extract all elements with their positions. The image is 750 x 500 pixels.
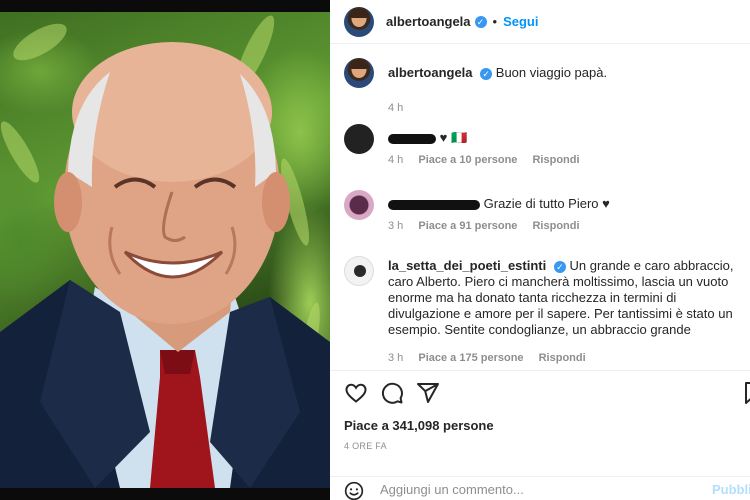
header-separator: • xyxy=(492,14,498,29)
caption-body: albertoangela ✓ Buon viaggio papà. xyxy=(388,65,738,81)
bookmark-icon[interactable] xyxy=(742,381,750,405)
comment-username[interactable]: la_setta_dei_poeti_estinti xyxy=(388,258,546,273)
comment-likes[interactable]: Piace a 91 persone xyxy=(418,220,517,232)
heart-icon[interactable] xyxy=(344,381,368,405)
verified-badge-icon: ✓ xyxy=(474,15,487,28)
caption-username[interactable]: albertoangela xyxy=(388,65,473,80)
post-side-panel: albertoangela ✓ • Segui albertoangela ✓ … xyxy=(330,0,750,500)
verified-badge-icon: ✓ xyxy=(480,68,493,80)
caption-avatar[interactable] xyxy=(344,58,374,88)
dark-avatar-icon[interactable] xyxy=(344,124,374,154)
follow-button[interactable]: Segui xyxy=(503,14,538,29)
share-icon[interactable] xyxy=(416,381,440,405)
comment-text: Grazie di tutto Piero ♥ xyxy=(483,196,610,211)
comment-body: ♥ 🇮🇹 xyxy=(388,130,738,146)
comment-meta: 3 h Piace a 175 persone Rispondi xyxy=(388,352,598,364)
comment-meta: 4 h Piace a 10 persone Rispondi xyxy=(388,154,592,166)
comment-likes[interactable]: Piace a 175 persone xyxy=(418,352,523,364)
comment-body: la_setta_dei_poeti_estinti ✓ Un grande e… xyxy=(388,258,738,338)
comment-input[interactable] xyxy=(380,479,680,499)
caption-time[interactable]: 4 h xyxy=(388,102,403,114)
post-actions: Piace a 341,098 persone 4 ORE FA xyxy=(330,370,750,480)
bird-avatar-icon[interactable] xyxy=(344,256,374,286)
comment-time[interactable]: 4 h xyxy=(388,154,403,166)
comments-list[interactable]: albertoangela ✓ Buon viaggio papà. 4 h ♥… xyxy=(330,44,750,370)
publish-button[interactable]: Pubblica xyxy=(712,482,750,497)
pink-avatar-icon[interactable] xyxy=(344,190,374,220)
add-comment-bar: Pubblica xyxy=(330,476,750,500)
action-icons xyxy=(344,381,750,405)
reply-button[interactable]: Rispondi xyxy=(532,220,579,232)
comment-time[interactable]: 3 h xyxy=(388,220,403,232)
verified-badge-icon: ✓ xyxy=(553,261,566,273)
portrait-illustration xyxy=(0,15,330,488)
reply-button[interactable]: Rispondi xyxy=(532,154,579,166)
reply-button[interactable]: Rispondi xyxy=(539,352,586,364)
comment-icon[interactable] xyxy=(380,381,404,405)
caption-text: Buon viaggio papà. xyxy=(495,65,608,80)
caption-meta: 4 h xyxy=(388,102,415,114)
author-avatar[interactable] xyxy=(344,6,374,37)
likes-summary[interactable]: Piace a 341,098 persone xyxy=(344,418,494,433)
post-header: albertoangela ✓ • Segui xyxy=(330,0,750,44)
comment-body: Grazie di tutto Piero ♥ xyxy=(388,196,738,212)
comment-text: ♥ 🇮🇹 xyxy=(439,130,468,145)
redacted-username xyxy=(388,133,436,144)
author-username[interactable]: albertoangela xyxy=(386,14,471,29)
emoji-icon[interactable] xyxy=(344,481,364,500)
post-photo[interactable] xyxy=(0,0,330,500)
post-timestamp[interactable]: 4 ORE FA xyxy=(344,441,387,451)
redacted-username xyxy=(388,199,480,210)
comment-likes[interactable]: Piace a 10 persone xyxy=(418,154,517,166)
comment-meta: 3 h Piace a 91 persone Rispondi xyxy=(388,220,592,232)
comment-time[interactable]: 3 h xyxy=(388,352,403,364)
